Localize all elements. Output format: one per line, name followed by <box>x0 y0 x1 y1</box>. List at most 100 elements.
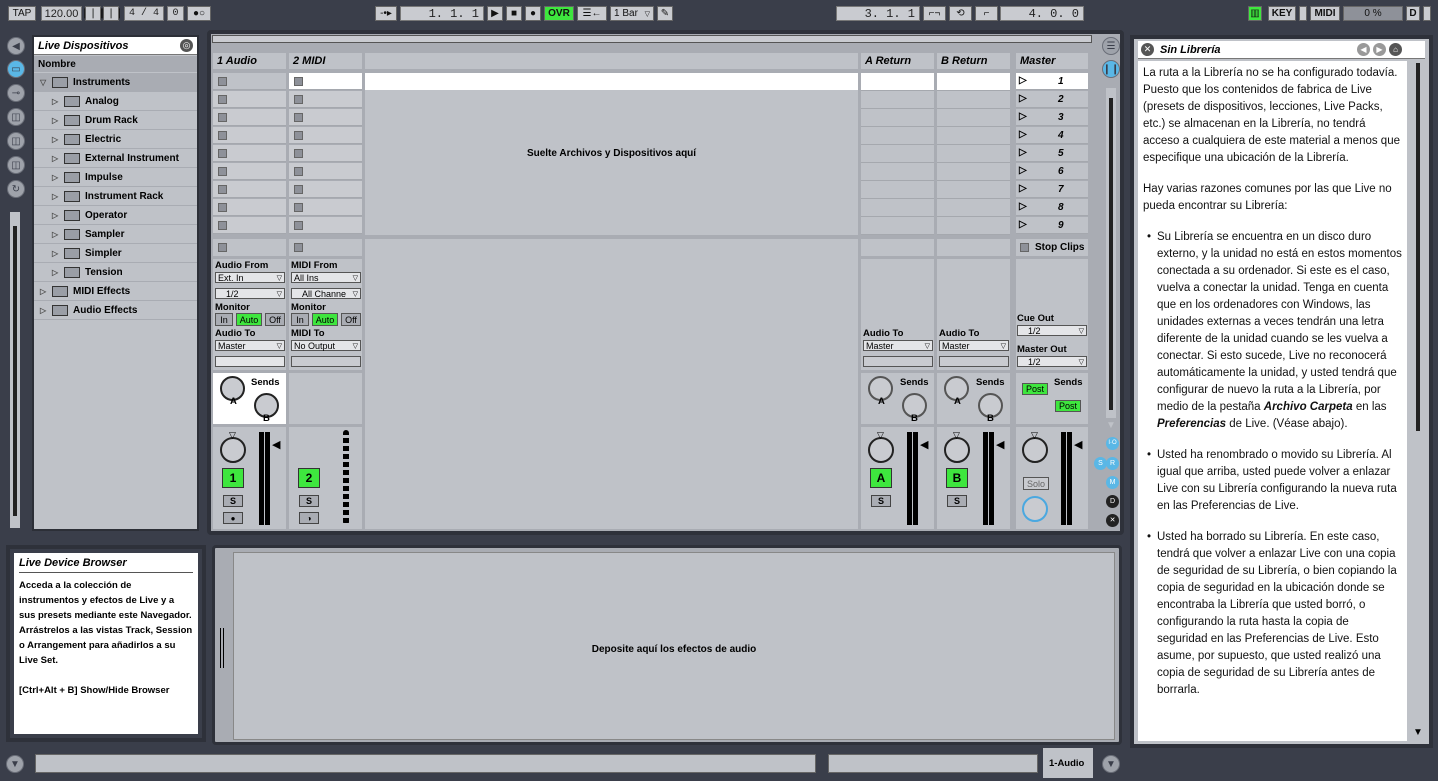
monitor-auto-button[interactable]: Auto <box>312 313 338 326</box>
computer-keyboard-button[interactable]: ▥ <box>1248 6 1262 21</box>
clip-stop-button[interactable] <box>294 95 303 104</box>
scene-3[interactable]: ▷ 3 <box>1016 109 1088 126</box>
tree-item-sampler[interactable]: ▷ Sampler <box>34 225 197 244</box>
quantize-menu-button[interactable]: ☰← <box>577 6 607 21</box>
song-position-field[interactable]: 1. 1. 1 <box>400 6 484 21</box>
volume-fader-arrow[interactable]: ◀ <box>920 438 928 451</box>
monitor-off-button[interactable]: Off <box>265 313 285 326</box>
clip-stop-button[interactable] <box>218 95 227 104</box>
scene-launch-icon[interactable]: ▷ <box>1019 219 1027 230</box>
session-scrollbar-thumb[interactable] <box>1109 98 1113 410</box>
follow-button[interactable]: -•▸ <box>375 6 397 21</box>
tree-item-analog[interactable]: ▷ Analog <box>34 92 197 111</box>
return-a-post-button[interactable]: Post <box>1022 383 1048 395</box>
scroll-down-icon[interactable]: ▼ <box>1413 727 1423 738</box>
tree-item-tension[interactable]: ▷ Tension <box>34 263 197 282</box>
punch-out-button[interactable]: ⌐ <box>975 6 998 21</box>
key-map-button[interactable]: KEY <box>1268 6 1296 21</box>
return-a-output-select[interactable]: Master ▽ <box>863 340 933 351</box>
scene-8[interactable]: ▷ 8 <box>1016 199 1088 216</box>
back-icon[interactable]: ◀ <box>1357 43 1370 56</box>
clip-stop-button[interactable] <box>218 221 227 230</box>
clip-slot[interactable] <box>213 91 286 108</box>
file-browser-3-icon[interactable]: ◫ <box>7 156 25 174</box>
browser-scrollbar-thumb[interactable] <box>13 226 17 516</box>
clip-slot[interactable] <box>289 199 362 216</box>
refresh-icon[interactable]: ↻ <box>7 180 25 198</box>
forward-icon[interactable]: ▶ <box>1373 43 1386 56</box>
stop-button[interactable]: ■ <box>506 6 522 21</box>
solo-button[interactable]: S <box>871 495 891 507</box>
collapsed-triangle-icon[interactable]: ▷ <box>52 268 64 277</box>
audio-to-channel-select[interactable] <box>215 356 285 367</box>
clip-slot[interactable] <box>289 73 362 90</box>
clip-slot-selected[interactable] <box>861 73 934 90</box>
clip-stop-button[interactable] <box>218 131 227 140</box>
scene-6[interactable]: ▷ 6 <box>1016 163 1088 180</box>
metronome-count[interactable]: 0 <box>167 6 184 21</box>
close-icon[interactable]: ✕ <box>1141 43 1154 56</box>
scene-2[interactable]: ▷ 2 <box>1016 91 1088 108</box>
volume-fader-arrow[interactable]: ◀ <box>1074 438 1082 451</box>
session-view-icon[interactable]: ☰ <box>1102 37 1120 55</box>
midi-from-select[interactable]: All Ins ▽ <box>291 272 361 283</box>
volume-fader-arrow[interactable]: ◀ <box>272 438 280 451</box>
monitor-in-button[interactable]: In <box>291 313 309 326</box>
collapsed-triangle-icon[interactable]: ▷ <box>52 154 64 163</box>
clip-stop-button[interactable] <box>294 131 303 140</box>
hide-info-view-icon[interactable]: ▼ <box>6 755 24 773</box>
tree-item-electric[interactable]: ▷ Electric <box>34 130 197 149</box>
hot-swap-icon[interactable]: ◎ <box>180 39 193 52</box>
return-b-post-button[interactable]: Post <box>1055 400 1081 412</box>
expanded-triangle-icon[interactable]: ▽ <box>40 78 52 87</box>
return-a-output-channel[interactable] <box>863 356 933 367</box>
loop-length-field[interactable]: 4. 0. 0 <box>1000 6 1084 21</box>
clip-slot[interactable] <box>289 109 362 126</box>
track-stop-button[interactable] <box>218 243 227 252</box>
collapsed-triangle-icon[interactable]: ▷ <box>52 249 64 258</box>
nudge-up-button[interactable]: ❘❘❘ <box>98 6 124 21</box>
track-header-2-midi[interactable]: 2 MIDI <box>289 53 362 69</box>
clip-slot[interactable] <box>213 145 286 162</box>
clip-stop-button[interactable] <box>294 203 303 212</box>
tree-item-midi-effects[interactable]: ▷ MIDI Effects <box>34 282 197 301</box>
device-chain-handle[interactable] <box>220 628 224 668</box>
clip-stop-button[interactable] <box>218 167 227 176</box>
session-overview-bar[interactable] <box>212 35 1092 43</box>
track-header-1-audio[interactable]: 1 Audio <box>213 53 286 69</box>
crossfader-toggle-icon[interactable]: ✕ <box>1106 514 1119 527</box>
audio-from-select[interactable]: Ext. In ▽ <box>215 272 285 283</box>
clip-slot[interactable] <box>213 163 286 180</box>
returns-toggle-icon[interactable]: R <box>1106 457 1119 470</box>
draw-mode-button[interactable]: ✎ <box>657 6 673 21</box>
return-activator-button[interactable]: A <box>870 468 892 488</box>
clip-stop-button[interactable] <box>218 77 227 86</box>
monitor-in-button[interactable]: In <box>215 313 233 326</box>
metronome-button[interactable]: ●○ <box>187 6 211 21</box>
scene-4[interactable]: ▷ 4 <box>1016 127 1088 144</box>
solo-cue-button[interactable]: Solo <box>1023 477 1049 490</box>
clip-slot[interactable] <box>213 73 286 90</box>
collapsed-triangle-icon[interactable]: ▷ <box>52 173 64 182</box>
overdub-button[interactable]: OVR <box>544 6 574 21</box>
clip-slot[interactable] <box>289 145 362 162</box>
home-icon[interactable]: ⌂ <box>1389 43 1402 56</box>
scene-launch-icon[interactable]: ▷ <box>1019 183 1027 194</box>
loop-start-field[interactable]: 3. 1. 1 <box>836 6 920 21</box>
tree-item-audio-effects[interactable]: ▷ Audio Effects <box>34 301 197 320</box>
tap-button[interactable]: TAP <box>8 6 36 21</box>
collapsed-triangle-icon[interactable]: ▷ <box>52 211 64 220</box>
tree-item-drum-rack[interactable]: ▷ Drum Rack <box>34 111 197 130</box>
time-signature-field[interactable]: 4 / 4 <box>124 6 164 21</box>
clip-stop-button[interactable] <box>218 149 227 158</box>
collapsed-triangle-icon[interactable]: ▷ <box>52 192 64 201</box>
clip-slot[interactable] <box>213 199 286 216</box>
clip-stop-button[interactable] <box>218 185 227 194</box>
collapsed-triangle-icon[interactable]: ▷ <box>52 116 64 125</box>
collapsed-triangle-icon[interactable]: ▷ <box>52 135 64 144</box>
scene-5[interactable]: ▷ 5 <box>1016 145 1088 162</box>
solo-button[interactable]: S <box>299 495 319 507</box>
scene-launch-icon[interactable]: ▷ <box>1019 93 1027 104</box>
quantize-select[interactable]: 1 Bar ▽ <box>610 6 654 21</box>
return-b-output-select[interactable]: Master ▽ <box>939 340 1009 351</box>
